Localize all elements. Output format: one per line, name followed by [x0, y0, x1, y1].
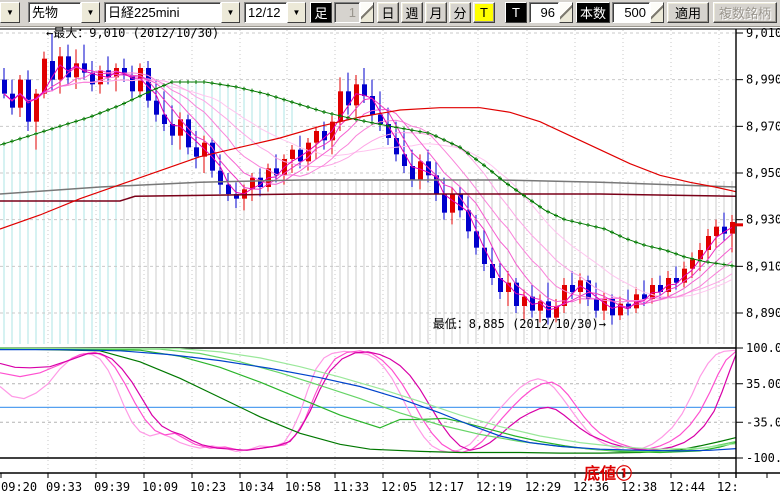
oscillator-panel [0, 348, 736, 458]
time-axis-label: 11:33 [333, 480, 369, 494]
oscillator-axis-label: 100.00 [746, 341, 780, 355]
rci-light-green [0, 348, 736, 449]
time-axis-label: 10:09 [142, 480, 178, 494]
time-axis-label: 12:29 [525, 480, 561, 494]
oscillator-axis-label: -35.00 [746, 415, 780, 429]
time-axis-label: 09:20 [1, 480, 37, 494]
price-axis-label: 8,990 [746, 73, 780, 87]
min-price-annotation: 最低：8,885 (2012/10/30)→ [433, 317, 606, 331]
trading-app-window: { "toolbar": { "stub_arrow": "▼", "combo… [0, 0, 780, 500]
candlesticks [2, 33, 735, 325]
price-axis-label: 8,950 [746, 166, 780, 180]
price-axis-label: 8,890 [746, 306, 780, 320]
max-price-annotation: ←最大：9,010 (2012/10/30) [46, 26, 219, 40]
price-axis-label: 8,910 [746, 259, 780, 273]
rci-blue [0, 350, 736, 451]
oscillator-axis-label: 35.00 [746, 377, 780, 391]
time-axis-label: 12: [717, 480, 739, 494]
time-axis-label: 10:34 [238, 480, 274, 494]
time-axis-label: 10:23 [190, 480, 226, 494]
last-price-tick [733, 223, 743, 226]
axes [0, 29, 780, 478]
time-axis-label: 09:39 [94, 480, 130, 494]
time-axis-label: 12:17 [428, 480, 464, 494]
chart-canvas: 9,010 8,990 8,970 8,950 8,930 8,910 8,890 100.0… [0, 0, 780, 500]
price-axis-label: 8,930 [746, 213, 780, 227]
time-axis-label: 12:05 [381, 480, 417, 494]
time-axis-label: 12:19 [476, 480, 512, 494]
time-axis-label: 10:58 [285, 480, 321, 494]
time-axis-label: 09:33 [46, 480, 82, 494]
price-axis-label: 9,010 [746, 26, 780, 40]
green-ma [0, 80, 736, 268]
bottom-value-annotation: 底値① [584, 464, 632, 483]
time-axis-label: 12:44 [669, 480, 705, 494]
oscillator-axis-label: -100.00 [746, 451, 780, 465]
rci-green-2 [0, 348, 736, 453]
rci-green-3 [0, 348, 736, 451]
price-axis-label: 8,970 [746, 119, 780, 133]
